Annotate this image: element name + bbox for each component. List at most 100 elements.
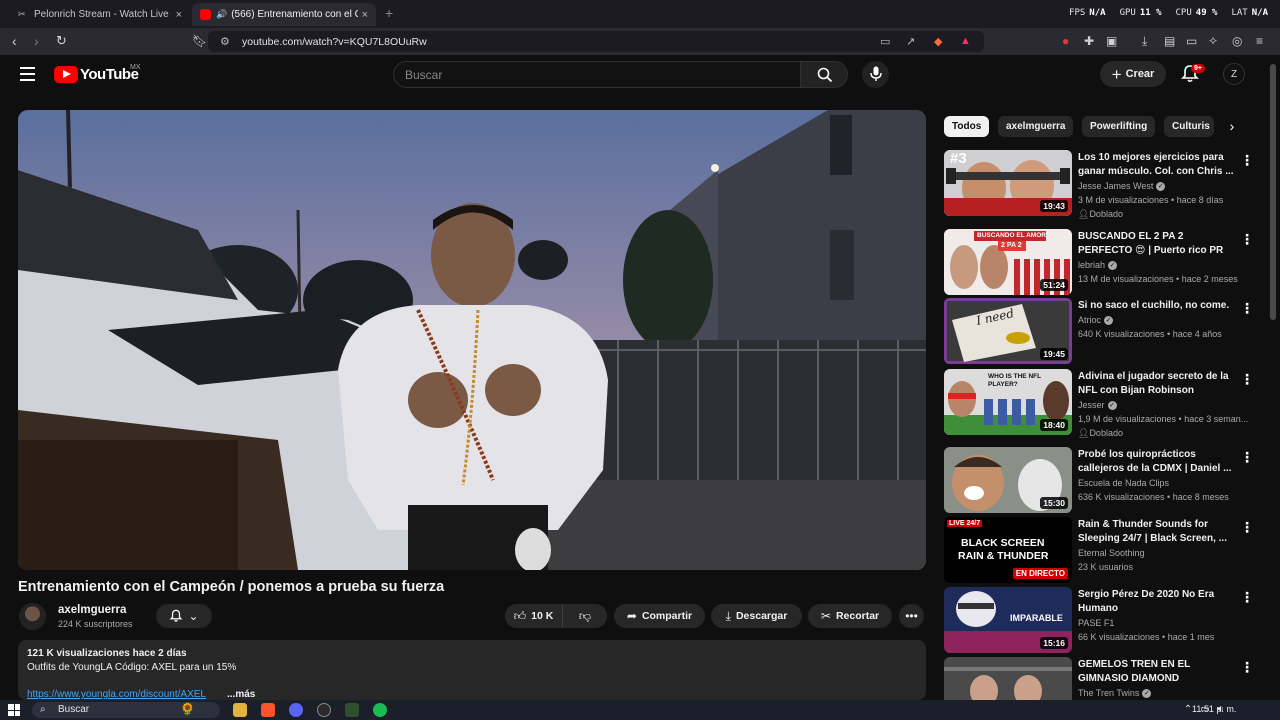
video-title[interactable]: Los 10 mejores ejercicios para ganar mús… (1078, 151, 1238, 179)
hamburger-menu-icon[interactable] (20, 67, 35, 85)
show-more-button[interactable]: ...más (227, 689, 255, 700)
puzzle-icon[interactable]: ✚ (1084, 34, 1094, 48)
screenshot-icon[interactable]: ▣ (1106, 34, 1117, 48)
spotify-icon[interactable] (373, 703, 387, 717)
sidebar-icon[interactable]: ▤ (1164, 34, 1175, 48)
chevron-up-icon[interactable]: ⌃ (1184, 704, 1192, 715)
file-explorer-icon[interactable] (233, 703, 247, 717)
more-vertical-icon[interactable]: ⋮ (1240, 659, 1254, 676)
description-box[interactable]: 121 K visualizaciones hace 2 días Outfit… (18, 640, 926, 700)
windows-start-icon[interactable] (8, 704, 20, 716)
close-tab-icon[interactable]: × (362, 9, 368, 21)
recommended-video[interactable]: I need 19:45 Si no saco el cuchillo, no … (944, 298, 1264, 366)
taskbar-search[interactable]: ⌕ Buscar 🌻 (32, 702, 220, 718)
search-button[interactable] (800, 61, 848, 88)
description-link[interactable]: https://www.youngla.com/discount/AXEL (27, 689, 206, 700)
channel-name[interactable]: Jesser ✓ (1078, 400, 1117, 411)
browser-tab-active[interactable]: 🔊 (566) Entrenamiento con el C × (192, 3, 376, 26)
more-actions-button[interactable]: ••• (899, 604, 924, 628)
obs-icon[interactable] (317, 703, 331, 717)
reload-icon[interactable]: ↻ (56, 33, 67, 49)
video-thumbnail[interactable]: I need 19:45 (944, 298, 1072, 364)
share-icon[interactable]: ↗ (906, 35, 915, 48)
recommended-video[interactable]: GEMELOS TREN EN EL GIMNASIO DIAMOND The … (944, 657, 1264, 700)
more-vertical-icon[interactable]: ⋮ (1240, 449, 1254, 466)
channel-name[interactable]: axelmguerra (58, 604, 126, 616)
downloads-icon[interactable]: ⤓ (1142, 34, 1147, 49)
channel-name[interactable]: Jesse James West ✓ (1078, 181, 1166, 192)
youtube-logo[interactable]: YouTube MX (54, 64, 141, 83)
channel-name[interactable]: PASE F1 (1078, 618, 1114, 628)
subscribe-notifications-button[interactable]: ⌄ (156, 604, 212, 628)
recommended-video[interactable]: IMPARABLE 15:16 Sergio Pérez De 2020 No … (944, 587, 1264, 655)
chip-all[interactable]: Todos (944, 116, 990, 137)
download-button[interactable]: ⤓ Descargar (711, 604, 802, 628)
more-vertical-icon[interactable]: ⋮ (1240, 519, 1254, 536)
brave-rewards-icon[interactable]: ▲ (960, 35, 971, 47)
video-frame[interactable] (18, 110, 926, 570)
channel-name[interactable]: The Tren Twins ✓ (1078, 688, 1152, 699)
video-title[interactable]: Rain & Thunder Sounds for Sleeping 24/7 … (1078, 518, 1238, 546)
system-clock[interactable]: 11:51 p. m. (1192, 704, 1236, 714)
account-avatar[interactable]: Z (1223, 63, 1245, 85)
chip-culturismo[interactable]: Culturis (1164, 116, 1214, 137)
dislike-button[interactable]: 👎︎ (562, 604, 607, 628)
cast-icon[interactable]: ▭ (880, 35, 890, 48)
bookmark-icon[interactable]: 🔖︎ (192, 34, 207, 48)
recommended-video[interactable]: 15:30 Probé los quiroprácticos callejero… (944, 447, 1264, 515)
search-input[interactable]: Buscar (393, 61, 801, 88)
video-title[interactable]: Adivina el jugador secreto de la NFL con… (1078, 370, 1238, 398)
channel-avatar[interactable] (19, 603, 46, 630)
clip-button[interactable]: ✂ Recortar (808, 604, 892, 628)
video-thumbnail[interactable]: #3 19:43 (944, 150, 1072, 216)
page-scrollbar[interactable] (1270, 64, 1276, 320)
brave-browser-icon[interactable] (261, 703, 275, 717)
more-vertical-icon[interactable]: ⋮ (1240, 231, 1254, 248)
channel-name[interactable]: Eternal Soothing (1078, 548, 1145, 558)
brave-shield-icon[interactable]: ◆ (934, 35, 942, 48)
chip-powerlifting[interactable]: Powerlifting (1082, 116, 1156, 137)
video-title[interactable]: Probé los quiroprácticos callejeros de l… (1078, 448, 1238, 476)
discord-icon[interactable] (289, 703, 303, 717)
video-thumbnail[interactable] (944, 657, 1072, 700)
video-thumbnail[interactable]: WHO IS THE NFL PLAYER? 18:40 (944, 369, 1072, 435)
recommended-video[interactable]: WHO IS THE NFL PLAYER? 18:40 Adivina el … (944, 369, 1264, 438)
video-title[interactable]: Sergio Pérez De 2020 No Era Humano (1078, 588, 1238, 616)
wallet-icon[interactable]: ▭ (1186, 34, 1197, 48)
recommended-video[interactable]: BUSCANDO EL AMOR 2 PA 2 51:24 BUSCANDO E… (944, 229, 1264, 297)
recommended-video[interactable]: #3 19:43 Los 10 mejores ejercicios para … (944, 150, 1264, 219)
chevron-right-icon[interactable]: › (1222, 118, 1242, 138)
video-title[interactable]: BUSCANDO EL 2 PA 2 PERFECTO 😍 | Puerto r… (1078, 230, 1238, 258)
voice-search-button[interactable] (862, 61, 889, 88)
video-thumbnail[interactable]: IMPARABLE 15:16 (944, 587, 1072, 653)
video-player[interactable] (18, 110, 926, 570)
vpn-icon[interactable]: ◎ (1232, 34, 1242, 48)
more-vertical-icon[interactable]: ⋮ (1240, 589, 1254, 606)
speaker-icon[interactable]: 🔊 (216, 9, 227, 20)
recommended-video[interactable]: LIVE 24/7 BLACK SCREEN RAIN & THUNDER EN… (944, 517, 1264, 585)
share-button[interactable]: ➦ Compartir (614, 604, 705, 628)
video-title[interactable]: GEMELOS TREN EN EL GIMNASIO DIAMOND (1078, 658, 1238, 686)
url-text[interactable]: youtube.com/watch?v=KQU7L8OUuRw (242, 36, 427, 48)
leo-icon[interactable]: ✧ (1208, 34, 1218, 48)
video-thumbnail[interactable]: BUSCANDO EL AMOR 2 PA 2 51:24 (944, 229, 1072, 295)
more-vertical-icon[interactable]: ⋮ (1240, 371, 1254, 388)
chip-channel[interactable]: axelmguerra (998, 116, 1074, 137)
back-icon[interactable]: ‹ (12, 33, 17, 49)
browser-tab[interactable]: ✂ Pelonrich Stream - Watch Live on × (10, 3, 190, 26)
channel-name[interactable]: lebriah ✓ (1078, 260, 1118, 271)
channel-name[interactable]: Escuela de Nada Clips (1078, 478, 1169, 488)
forward-icon[interactable]: › (34, 33, 39, 49)
close-tab-icon[interactable]: × (176, 9, 182, 21)
video-title[interactable]: Si no saco el cuchillo, no come. (1078, 299, 1238, 313)
more-vertical-icon[interactable]: ⋮ (1240, 152, 1254, 169)
video-thumbnail[interactable]: 15:30 (944, 447, 1072, 513)
menu-icon[interactable]: ≡ (1256, 34, 1263, 48)
site-info-icon[interactable]: ⚙ (220, 35, 230, 48)
terminal-icon[interactable] (345, 703, 359, 717)
extension-icon[interactable]: ● (1062, 34, 1069, 48)
create-button[interactable]: + Crear (1100, 61, 1166, 87)
more-vertical-icon[interactable]: ⋮ (1240, 300, 1254, 317)
like-button[interactable]: 👍︎ 10 K (505, 604, 562, 628)
new-tab-icon[interactable]: + (385, 5, 393, 21)
